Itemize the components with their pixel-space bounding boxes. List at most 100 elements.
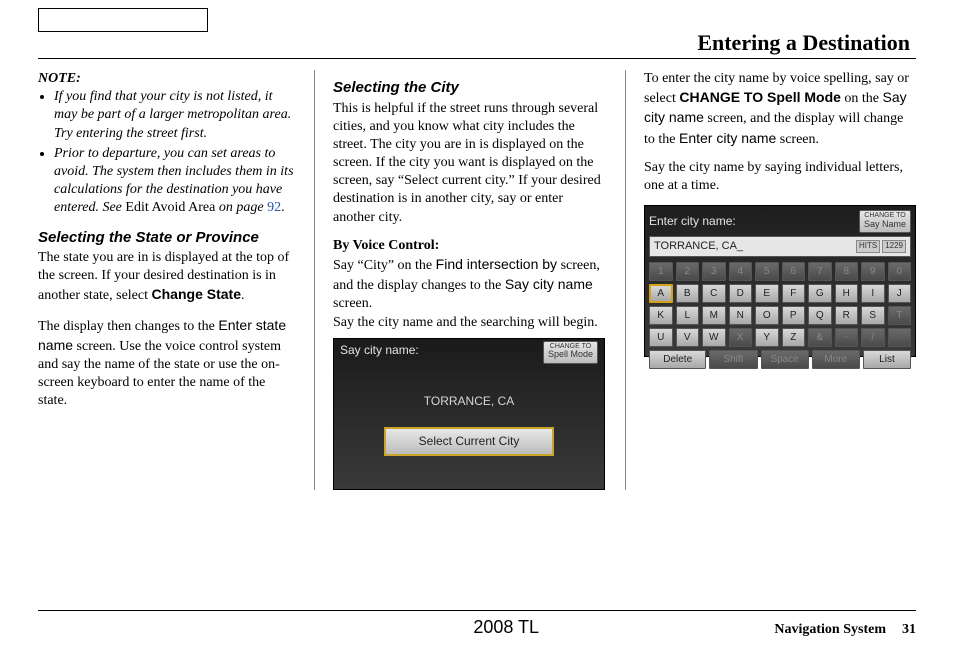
keyboard-key[interactable]: I [861,284,885,303]
paragraph: Say the city name by saying individual l… [644,159,916,195]
keyboard-bottom: Delete Shift Space More List [649,350,911,369]
change-mode-button[interactable]: CHANGE TO Say Name [859,210,911,233]
keyboard-key[interactable]: 8 [835,262,859,281]
keyboard-key[interactable]: P [782,306,806,325]
keyboard-key[interactable]: 1 [649,262,673,281]
keyboard-key[interactable]: R [835,306,859,325]
keyboard-key[interactable]: H [835,284,859,303]
text: Edit Avoid Area [125,200,215,215]
text: screen. [333,296,372,311]
page-title: Entering a Destination [697,30,910,56]
keyboard-key[interactable]: 3 [702,262,726,281]
change-mode-button[interactable]: CHANGE TO Spell Mode [543,341,598,364]
keyboard-key[interactable]: A [649,284,673,303]
divider [38,58,916,59]
page-link[interactable]: 92 [267,200,281,215]
keyboard-key[interactable]: L [676,306,700,325]
nav-screen-say-city: Say city name: CHANGE TO Spell Mode TORR… [333,338,605,490]
screen-title: Enter city name: [649,214,736,230]
keyboard-key[interactable]: 0 [888,262,912,281]
keyboard-key[interactable]: 6 [782,262,806,281]
keyboard-key[interactable]: G [808,284,832,303]
keyboard-key[interactable]: Q [808,306,832,325]
page-number: 31 [902,622,916,637]
keyboard-key[interactable] [888,328,912,347]
note-item: If you find that your city is not listed… [54,88,294,143]
keyboard-key[interactable]: E [755,284,779,303]
text: Say Name [864,219,906,229]
column-1: NOTE: If you find that your city is not … [38,70,294,490]
blank-box [38,8,208,32]
nav-screen-enter-city: Enter city name: CHANGE TO Say Name TORR… [644,205,916,357]
keyboard-key[interactable]: W [702,328,726,347]
more-key[interactable]: More [812,350,860,369]
list-key[interactable]: List [863,350,911,369]
subheading-city: Selecting the City [333,78,605,98]
navsys-label: Navigation System [774,622,886,637]
shift-key[interactable]: Shift [709,350,757,369]
column-3: To enter the city name by voice spelling… [625,70,916,490]
paragraph: Say the city name and the searching will… [333,314,605,332]
keyboard-key[interactable]: C [702,284,726,303]
keyboard-key[interactable]: / [861,328,885,347]
ui-label: Find intersection by [436,256,557,272]
text: Say “City” on the [333,258,436,273]
screen-header: Enter city name: CHANGE TO Say Name [649,210,911,233]
keyboard-key[interactable]: 5 [755,262,779,281]
keyboard-key[interactable]: B [676,284,700,303]
text: on page [215,200,267,215]
keyboard-key[interactable]: & [808,328,832,347]
select-current-city-button[interactable]: Select Current City [384,427,554,457]
footer-right: Navigation System 31 [774,620,916,638]
keyboard-key[interactable]: N [729,306,753,325]
note-label: NOTE: [38,70,294,88]
current-city: TORRANCE, CA [334,394,604,410]
keyboard-key[interactable]: M [702,306,726,325]
paragraph: This is helpful if the street runs throu… [333,100,605,227]
keyboard-key[interactable]: T [888,306,912,325]
city-input[interactable]: TORRANCE, CA_ HITS 1229 [649,236,911,256]
footer: 2008 TL Navigation System 31 [38,610,916,638]
content-columns: NOTE: If you find that your city is not … [38,70,916,490]
keyboard-key[interactable]: K [649,306,673,325]
keyboard-key[interactable]: S [861,306,885,325]
keyboard-key[interactable]: F [782,284,806,303]
column-2: Selecting the City This is helpful if th… [314,70,605,490]
subheading-state: Selecting the State or Province [38,228,294,248]
ui-label: CHANGE TO Spell Mode [679,89,841,105]
keyboard-key[interactable]: 7 [808,262,832,281]
keyboard-key[interactable]: 4 [729,262,753,281]
keyboard: 1234567890 ABCDEFGHIJ KLMNOPQRST UVWXYZ&-/ [649,262,911,347]
text: The display then changes to the [38,319,218,334]
ui-label: Enter city name [679,130,776,146]
note-item: Prior to departure, you can set areas to… [54,145,294,218]
keyboard-key[interactable]: 2 [676,262,700,281]
paragraph: The state you are in is displayed at the… [38,249,294,306]
model-label: 2008 TL [238,617,774,638]
keyboard-key[interactable]: D [729,284,753,303]
keyboard-key[interactable]: X [729,328,753,347]
keyboard-key[interactable]: U [649,328,673,347]
hits-label: HITS [856,240,880,252]
text: on the [841,91,883,106]
note-list: If you find that your city is not listed… [38,88,294,217]
subheading-voice: By Voice Control: [333,237,605,255]
keyboard-key[interactable]: V [676,328,700,347]
text: screen. [776,132,819,147]
keyboard-key[interactable]: J [888,284,912,303]
input-value: TORRANCE, CA_ [654,239,743,253]
paragraph: The display then changes to the Enter st… [38,316,294,411]
space-key[interactable]: Space [761,350,809,369]
keyboard-key[interactable]: - [835,328,859,347]
ui-label: Say city name [505,276,593,292]
text: Spell Mode [548,349,593,359]
ui-label: Change State [152,286,241,302]
keyboard-key[interactable]: Z [782,328,806,347]
keyboard-key[interactable]: Y [755,328,779,347]
hits-value: 1229 [882,240,906,252]
delete-key[interactable]: Delete [649,350,706,369]
keyboard-key[interactable]: 9 [861,262,885,281]
paragraph: To enter the city name by voice spelling… [644,70,916,149]
text: screen. Use the voice control system and… [38,339,281,409]
keyboard-key[interactable]: O [755,306,779,325]
